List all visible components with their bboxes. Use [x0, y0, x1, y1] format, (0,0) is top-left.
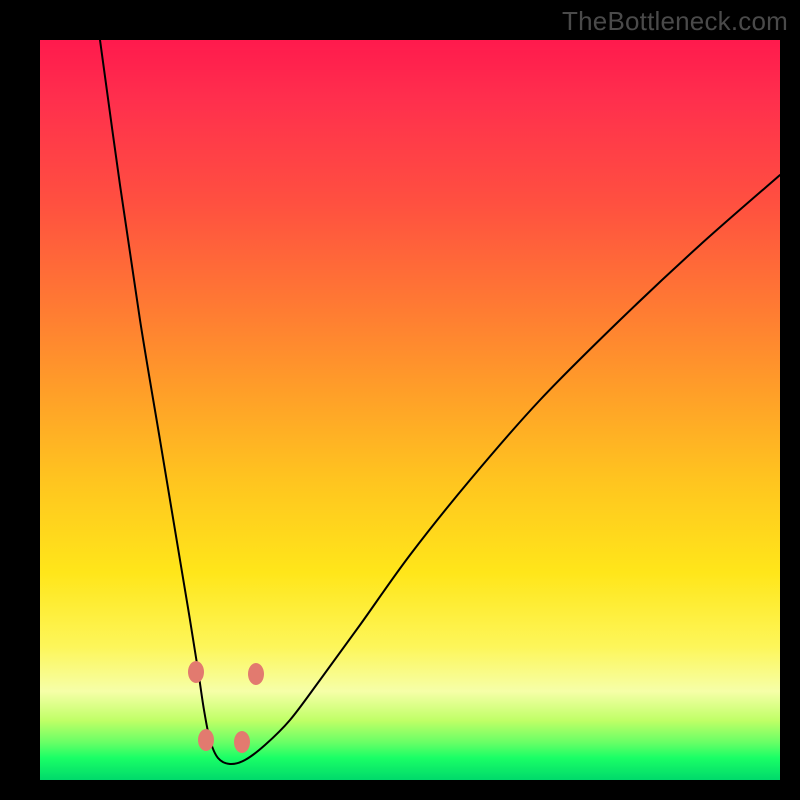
curve-markers — [188, 661, 264, 753]
plot-area — [40, 40, 780, 780]
curve-marker — [188, 661, 204, 683]
bottleneck-curve — [100, 40, 780, 764]
outer-frame: TheBottleneck.com — [0, 0, 800, 800]
watermark-text: TheBottleneck.com — [562, 6, 788, 37]
curve-marker — [248, 663, 264, 685]
curve-marker — [234, 731, 250, 753]
chart-svg — [40, 40, 780, 780]
curve-marker — [198, 729, 214, 751]
